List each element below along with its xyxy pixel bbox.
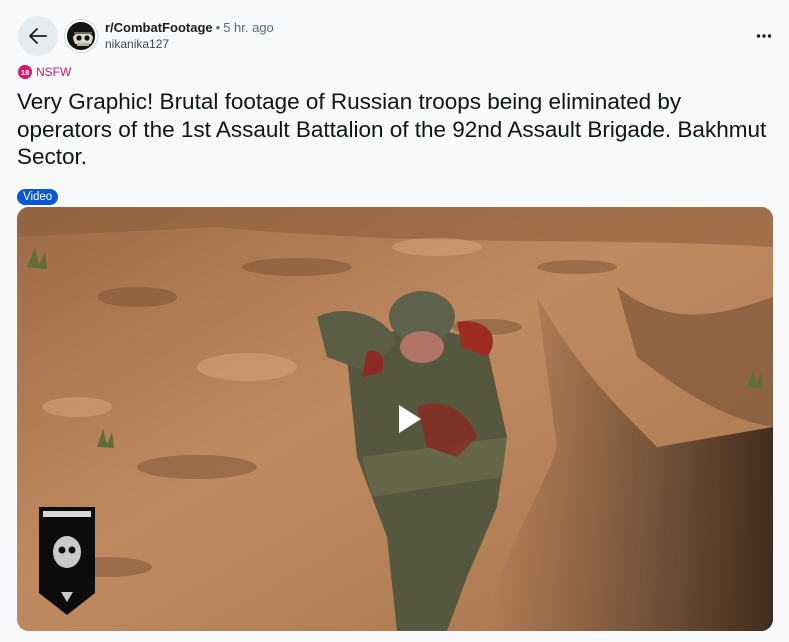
- subreddit-avatar[interactable]: [65, 20, 97, 52]
- post-header: r/CombatFootage • 5 hr. ago nikanika127: [18, 16, 778, 60]
- post-flair[interactable]: Video: [17, 189, 59, 205]
- meta-separator: •: [215, 20, 221, 35]
- back-button[interactable]: [18, 16, 58, 56]
- play-button[interactable]: [383, 395, 431, 443]
- more-horizontal-icon: [756, 34, 772, 38]
- unit-insignia: [39, 507, 95, 615]
- skull-icon: [67, 22, 95, 50]
- subreddit-link[interactable]: r/CombatFootage: [105, 20, 213, 35]
- nsfw-18-icon: 18: [18, 65, 32, 79]
- arrow-left-icon: [29, 28, 47, 44]
- nsfw-tag: 18 NSFW: [18, 65, 71, 79]
- nsfw-label: NSFW: [36, 65, 72, 79]
- author-link[interactable]: nikanika127: [105, 36, 274, 52]
- post-title: Very Graphic! Brutal footage of Russian …: [17, 89, 767, 169]
- post-meta: r/CombatFootage • 5 hr. ago nikanika127: [105, 20, 274, 52]
- post-time: 5 hr. ago: [223, 20, 274, 35]
- video-player[interactable]: [17, 207, 773, 631]
- play-icon: [399, 405, 421, 433]
- more-options-button[interactable]: [750, 22, 778, 50]
